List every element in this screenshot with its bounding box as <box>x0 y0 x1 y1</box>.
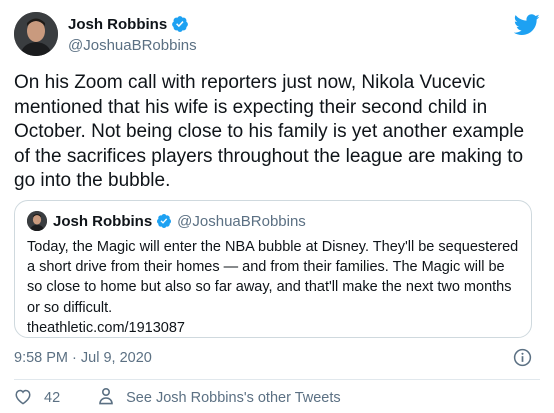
quoted-author-handle: @JoshuaBRobbins <box>177 212 306 230</box>
author-avatar[interactable] <box>14 12 58 56</box>
quoted-tweet-header: Josh Robbins @JoshuaBRobbins <box>27 211 306 231</box>
quoted-tweet-body: Today, the Magic will enter the NBA bubb… <box>27 237 521 338</box>
like-count: 42 <box>44 390 61 406</box>
tweet-meta: 9:58 PM · Jul 9, 2020 <box>14 348 540 368</box>
quoted-tweet[interactable]: Josh Robbins @JoshuaBRobbins Today, the … <box>14 200 532 338</box>
twitter-bird-icon[interactable] <box>513 14 540 36</box>
divider <box>14 379 540 380</box>
author-info: Josh Robbins @JoshuaBRobbins <box>68 14 197 55</box>
like-button[interactable]: 42 <box>14 388 60 409</box>
quoted-author-display-name: Josh Robbins <box>53 212 153 230</box>
person-icon <box>98 387 114 409</box>
verified-badge-icon <box>171 15 189 33</box>
quoted-author-avatar <box>27 211 47 231</box>
author-handle[interactable]: @JoshuaBRobbins <box>68 37 197 54</box>
tweet-header: Josh Robbins @JoshuaBRobbins <box>14 12 540 60</box>
tweet-text: On his Zoom call with reporters just now… <box>14 72 525 192</box>
quoted-tweet-text: Today, the Magic will enter the NBA bubb… <box>27 239 519 316</box>
see-other-tweets-link[interactable]: See Josh Robbins's other Tweets <box>98 387 341 409</box>
tweet-embed-card: Josh Robbins @JoshuaBRobbins On his Zoom… <box>0 0 554 413</box>
tweet-actions: 42 See Josh Robbins's other Tweets <box>14 388 540 408</box>
verified-badge-icon <box>156 213 172 229</box>
tweet-timestamp[interactable]: 9:58 PM · Jul 9, 2020 <box>14 350 152 366</box>
quoted-tweet-link[interactable]: theathletic.com/1913087 <box>27 318 521 338</box>
see-other-tweets-label: See Josh Robbins's other Tweets <box>126 390 341 406</box>
info-icon[interactable] <box>513 348 532 367</box>
author-display-name[interactable]: Josh Robbins <box>68 16 167 33</box>
heart-icon <box>14 388 32 409</box>
